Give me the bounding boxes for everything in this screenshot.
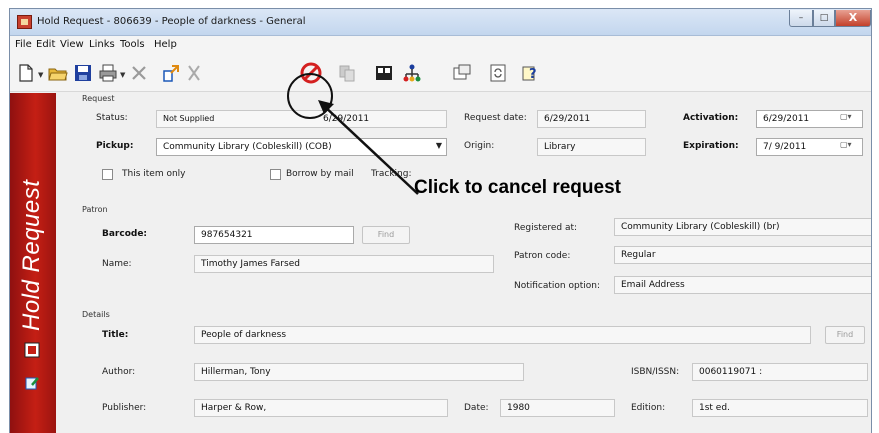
activation-label: Activation: [683, 113, 739, 123]
menu-links[interactable]: Links [89, 39, 115, 50]
author-label: Author: [102, 367, 136, 377]
refresh-icon[interactable] [487, 62, 509, 84]
find-title-button[interactable]: Find [825, 326, 865, 344]
section-patron: Patron [82, 205, 108, 214]
link-icon[interactable] [161, 62, 183, 84]
patron-code-field: Regular [614, 246, 871, 264]
activation-date-picker[interactable]: 6/29/2011 ▢▾ [756, 110, 863, 128]
patron-code-label: Patron code: [514, 251, 571, 261]
minimize-button[interactable]: – [789, 10, 813, 27]
borrow-by-mail-checkbox[interactable] [270, 169, 281, 180]
menu-view[interactable]: View [60, 39, 84, 50]
toolbar: ▼ ▼ ? [10, 54, 871, 92]
isbn-field: 0060119071 : [692, 363, 868, 381]
copy-icon[interactable] [336, 62, 358, 84]
calendar-icon[interactable]: ▢▾ [840, 140, 860, 154]
new-dropdown-icon[interactable]: ▼ [38, 71, 43, 79]
delete-icon[interactable] [128, 62, 150, 84]
section-request: Request [82, 94, 115, 103]
edition-label: Edition: [631, 403, 666, 413]
title-label: Title: [102, 330, 129, 340]
pickup-value: Community Library (Cobleskill) (COB) [163, 142, 332, 152]
registered-at-label: Registered at: [514, 223, 578, 233]
pickup-select[interactable]: Community Library (Cobleskill) (COB) ▼ [156, 138, 447, 156]
expiration-label: Expiration: [683, 141, 739, 151]
open-icon[interactable] [47, 62, 69, 84]
window-title: Hold Request - 806639 - People of darkne… [37, 16, 306, 27]
activation-value: 6/29/2011 [763, 114, 810, 124]
this-item-only-label: This item only [122, 169, 186, 179]
status-label: Status: [96, 113, 128, 123]
cut-icon[interactable] [183, 62, 205, 84]
title-field: People of darkness [194, 326, 811, 344]
name-label: Name: [102, 259, 132, 269]
menu-file[interactable]: File [15, 39, 32, 50]
content-area: Request Status: Not Supplied 6/29/2011 R… [56, 93, 871, 433]
origin-field: Library [537, 138, 646, 156]
menu-tools[interactable]: Tools [120, 39, 145, 50]
expiration-value: 7/ 9/2011 [763, 142, 807, 152]
maximize-button[interactable]: □ [813, 10, 835, 27]
barcode-input[interactable]: 987654321 [194, 226, 354, 244]
edit-note-icon[interactable] [24, 375, 40, 391]
sidebar-title: Hold Request [18, 179, 45, 331]
this-item-only-checkbox[interactable] [102, 169, 113, 180]
status-value: Not Supplied [163, 114, 215, 123]
menu-help[interactable]: Help [154, 39, 177, 50]
pickup-label: Pickup: [96, 141, 134, 151]
date-field: 1980 [500, 399, 615, 417]
publisher-label: Publisher: [102, 403, 147, 413]
highlight-circle [287, 73, 333, 119]
svg-text:?: ? [529, 67, 537, 82]
close-button[interactable]: X [835, 10, 871, 27]
registered-at-field: Community Library (Cobleskill) (br) [614, 218, 871, 236]
notification-option-label: Notification option: [514, 281, 600, 291]
request-date-label: Request date: [464, 113, 527, 123]
save-icon[interactable] [72, 62, 94, 84]
isbn-label: ISBN/ISSN: [631, 367, 680, 377]
hold-request-window: Hold Request - 806639 - People of darkne… [9, 8, 872, 433]
status-date: 6/29/2011 [323, 114, 370, 124]
name-field: Timothy James Farsed [194, 255, 494, 273]
tree-icon[interactable] [401, 62, 423, 84]
menu-bar: File Edit View Links Tools Help [10, 36, 871, 54]
find-patron-button[interactable]: Find [362, 226, 410, 244]
new-icon[interactable] [15, 62, 37, 84]
request-date-field: 6/29/2011 [537, 110, 646, 128]
borrow-by-mail-label: Borrow by mail [286, 169, 354, 179]
author-field: Hillerman, Tony [194, 363, 524, 381]
print-dropdown-icon[interactable]: ▼ [120, 71, 125, 79]
calendar-icon[interactable]: ▢▾ [840, 112, 860, 126]
app-icon [17, 15, 32, 29]
notification-option-field: Email Address [614, 276, 871, 294]
origin-label: Origin: [464, 141, 495, 151]
chevron-down-icon[interactable]: ▼ [436, 141, 442, 150]
title-bar: Hold Request - 806639 - People of darkne… [10, 9, 871, 36]
barcode-label: Barcode: [102, 229, 148, 239]
edition-field: 1st ed. [692, 399, 868, 417]
expiration-date-picker[interactable]: 7/ 9/2011 ▢▾ [756, 138, 863, 156]
tracking-label: Tracking: [371, 169, 412, 179]
menu-edit[interactable]: Edit [36, 39, 55, 50]
properties-icon[interactable] [451, 62, 473, 84]
sidebar: Hold Request [10, 93, 56, 433]
print-icon[interactable] [97, 62, 119, 84]
reader-icon[interactable] [373, 62, 395, 84]
date-label: Date: [464, 403, 489, 413]
section-details: Details [82, 310, 110, 319]
record-icon[interactable] [24, 342, 40, 358]
help-icon[interactable]: ? [519, 62, 541, 84]
callout-text: Click to cancel request [414, 177, 621, 198]
publisher-field: Harper & Row, [194, 399, 448, 417]
